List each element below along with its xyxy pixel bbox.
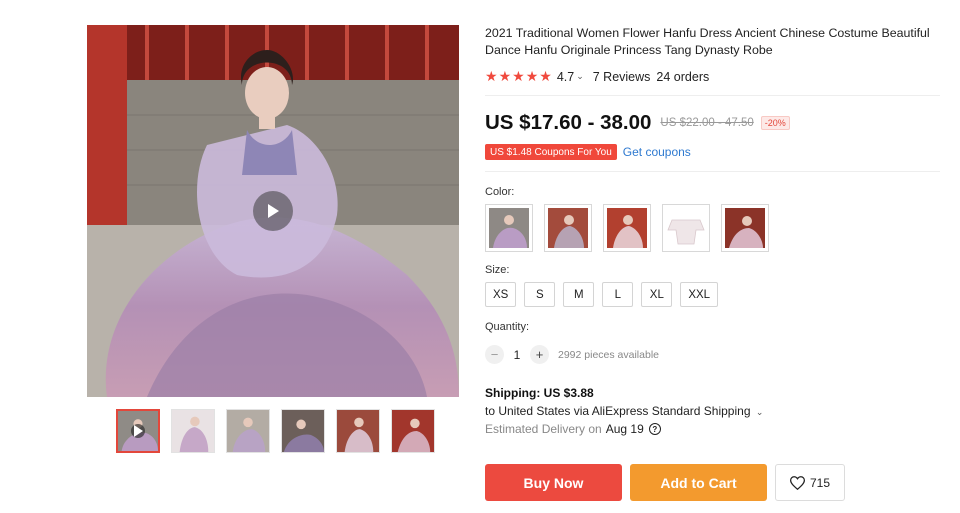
shipping-info: Shipping: US $3.88 to United States via … bbox=[485, 386, 940, 436]
product-info-panel: 2021 Traditional Women Flower Hanfu Dres… bbox=[485, 25, 940, 436]
shipping-method-label: to United States via AliExpress Standard… bbox=[485, 404, 751, 418]
shipping-price: Shipping: US $3.88 bbox=[485, 386, 594, 400]
size-m-button[interactable]: M bbox=[563, 282, 595, 307]
orders-count: 24 orders bbox=[656, 69, 710, 84]
coupon-row: US $1.48 Coupons For You Get coupons bbox=[485, 144, 940, 160]
thumbnail-2[interactable] bbox=[171, 409, 215, 453]
divider bbox=[485, 171, 940, 172]
chevron-down-icon[interactable]: ⌄ bbox=[576, 71, 584, 82]
size-l-button[interactable]: L bbox=[602, 282, 634, 307]
price-row: US $17.60 - 38.00 US $22.00 - 47.50 -20% bbox=[485, 111, 940, 135]
star-icon: ★ bbox=[498, 68, 512, 84]
shipping-method-selector[interactable]: to United States via AliExpress Standard… bbox=[485, 404, 940, 418]
quantity-label: Quantity: bbox=[485, 321, 530, 333]
rating-value[interactable]: 4.7 bbox=[557, 70, 574, 84]
quantity-stepper: − 1 + 2992 pieces available bbox=[485, 345, 940, 364]
star-icon: ★ bbox=[485, 68, 498, 84]
current-price: US $17.60 - 38.00 bbox=[485, 111, 652, 134]
help-icon[interactable]: ? bbox=[648, 423, 661, 435]
heart-icon bbox=[789, 475, 805, 490]
coupon-tag[interactable]: US $1.48 Coupons For You bbox=[485, 144, 617, 160]
thumbnail-5[interactable] bbox=[336, 409, 380, 453]
color-swatch-5[interactable] bbox=[721, 204, 769, 252]
quantity-decrease-button[interactable]: − bbox=[485, 345, 504, 364]
purchase-actions: Buy Now Add to Cart 715 bbox=[485, 464, 845, 501]
color-swatch-1[interactable] bbox=[485, 204, 533, 252]
color-swatch-4[interactable] bbox=[662, 204, 710, 252]
stock-available: 2992 pieces available bbox=[558, 348, 659, 361]
thumbnail-3[interactable] bbox=[226, 409, 270, 453]
thumbnail-strip bbox=[116, 409, 435, 453]
discount-badge: -20% bbox=[760, 116, 790, 130]
get-coupons-link[interactable]: Get coupons bbox=[623, 145, 691, 159]
play-video-button[interactable] bbox=[253, 191, 293, 231]
size-xl-button[interactable]: XL bbox=[641, 282, 673, 307]
delivery-date: Aug 19 bbox=[605, 422, 644, 436]
rating-stars[interactable]: ★ ★ ★ ★ ★ bbox=[485, 68, 552, 85]
product-title: 2021 Traditional Women Flower Hanfu Dres… bbox=[485, 26, 930, 57]
play-icon bbox=[131, 424, 145, 438]
chevron-down-icon: ⌄ bbox=[755, 407, 764, 417]
thumbnail-4[interactable] bbox=[281, 409, 325, 453]
size-xxl-button[interactable]: XXL bbox=[680, 282, 719, 307]
size-options: XS S M L XL XXL bbox=[485, 282, 940, 307]
delivery-estimate: Estimated Delivery on Aug 19 ? bbox=[485, 422, 940, 436]
rating-row: ★ ★ ★ ★ ★ 4.7 ⌄ 7 Reviews 24 orders bbox=[485, 68, 940, 85]
play-icon bbox=[268, 204, 279, 218]
quantity-increase-button[interactable]: + bbox=[530, 345, 549, 364]
star-icon: ★ bbox=[539, 68, 552, 84]
thumbnail-video[interactable] bbox=[116, 409, 160, 453]
divider bbox=[485, 95, 940, 96]
size-xs-button[interactable]: XS bbox=[485, 282, 517, 307]
color-swatches bbox=[485, 204, 940, 252]
add-to-cart-button[interactable]: Add to Cart bbox=[630, 464, 767, 501]
star-icon: ★ bbox=[525, 68, 539, 84]
buy-now-button[interactable]: Buy Now bbox=[485, 464, 622, 501]
delivery-label: Estimated Delivery on bbox=[485, 422, 602, 436]
color-swatch-2[interactable] bbox=[544, 204, 592, 252]
main-product-image[interactable] bbox=[87, 25, 459, 397]
reviews-link[interactable]: 7 Reviews bbox=[593, 70, 651, 84]
color-label: Color: bbox=[485, 186, 515, 198]
wishlist-button[interactable]: 715 bbox=[775, 464, 845, 501]
size-label: Size: bbox=[485, 264, 510, 276]
color-swatch-3[interactable] bbox=[603, 204, 651, 252]
size-s-button[interactable]: S bbox=[524, 282, 556, 307]
quantity-value[interactable]: 1 bbox=[504, 348, 530, 362]
thumbnail-6[interactable] bbox=[391, 409, 435, 453]
wishlist-count: 715 bbox=[809, 475, 831, 490]
original-price: US $22.00 - 47.50 bbox=[660, 117, 754, 129]
star-icon: ★ bbox=[512, 68, 525, 84]
